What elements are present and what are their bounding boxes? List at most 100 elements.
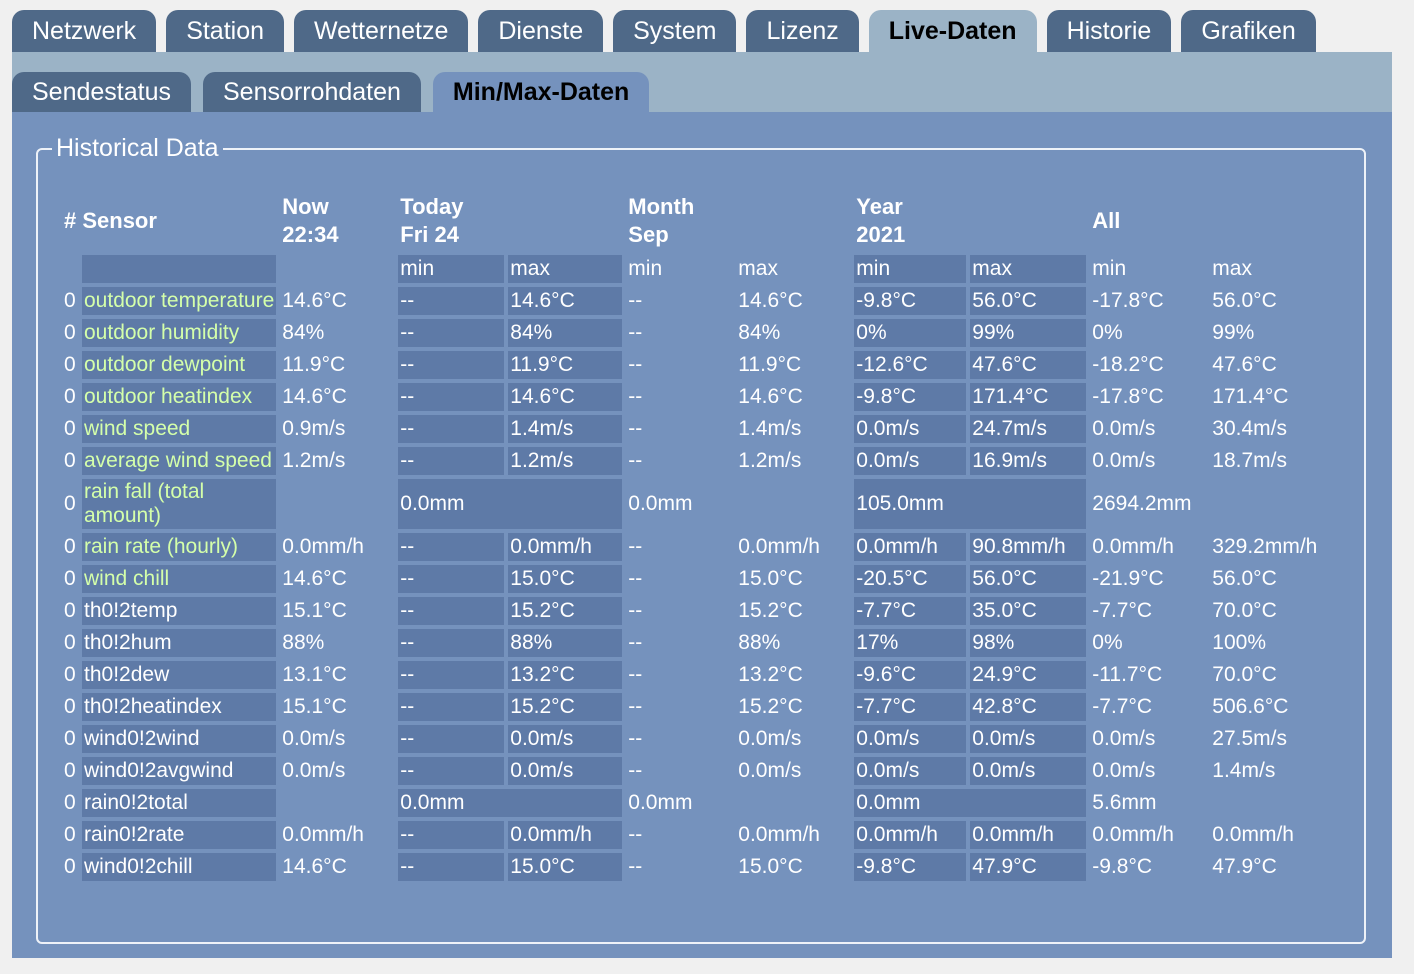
all-max: 171.4°C [1212, 385, 1289, 408]
year-max: 24.9°C [970, 661, 1087, 689]
now-cell: 0.9m/s [282, 417, 346, 440]
year-min: 0.0m/s [854, 415, 967, 443]
all-min: -7.7°C [1092, 599, 1153, 622]
month-total: 0.0mm [628, 791, 693, 814]
now-cell: 15.1°C [282, 599, 347, 622]
tab-system[interactable]: System [613, 10, 737, 52]
month-min: -- [628, 759, 643, 782]
month-max: 15.0°C [738, 567, 803, 590]
today-max: 13.2°C [508, 661, 623, 689]
today-max: 14.6°C [508, 383, 623, 411]
month-max: 0.0m/s [738, 727, 802, 750]
historical-data-fieldset: Historical Data # Sensor Now 22:34 Today… [36, 134, 1366, 944]
month-min: -- [628, 695, 643, 718]
year-min: -9.8°C [854, 287, 967, 315]
today-min: -- [398, 597, 505, 625]
sensor-name: outdoor dewpoint [82, 351, 277, 379]
all-min: 0.0m/s [1092, 417, 1156, 440]
year-max: 99% [970, 319, 1087, 347]
month-max: 84% [738, 321, 781, 344]
historical-data-table: # Sensor Now 22:34 Today Fri 24 Month Se… [58, 187, 1330, 885]
all-max: 0.0mm/h [1212, 823, 1294, 846]
channel-cell: 0 [64, 663, 76, 686]
all-max: 56.0°C [1212, 567, 1277, 590]
table-row: 0 th0!2heatindex 15.1°C -- 15.2°C -- 15.2°C -7.… [62, 693, 1326, 721]
month-min: -- [628, 417, 643, 440]
all-min: -11.7°C [1092, 663, 1163, 686]
month-max: 88% [738, 631, 781, 654]
tab-wetternetze[interactable]: Wetternetze [294, 10, 469, 52]
table-row: 0 wind chill 14.6°C -- 15.0°C -- 15.0°C -20.5°C… [62, 565, 1326, 593]
year-max: 0.0m/s [970, 757, 1087, 785]
today-min-label: min [398, 255, 505, 283]
tab-grafiken[interactable]: Grafiken [1181, 10, 1316, 52]
today-total: 0.0mm [398, 789, 623, 817]
month-min: -- [628, 535, 643, 558]
year-max-label: max [970, 255, 1087, 283]
channel-cell: 0 [64, 492, 76, 515]
month-min: -- [628, 599, 643, 622]
year-min: 0.0mm/h [854, 533, 967, 561]
tab-live-daten[interactable]: Live-Daten [868, 10, 1037, 52]
today-min: -- [398, 565, 505, 593]
today-max: 0.0mm/h [508, 533, 623, 561]
month-max: 14.6°C [738, 289, 803, 312]
subtab-min-max-daten[interactable]: Min/Max-Daten [432, 72, 650, 112]
all-min: 0.0mm/h [1092, 823, 1174, 846]
all-max-label: max [1212, 257, 1252, 280]
month-min: -- [628, 385, 643, 408]
year-max: 24.7m/s [970, 415, 1087, 443]
all-max: 18.7m/s [1212, 449, 1287, 472]
table-row: 0 wind0!2avgwind 0.0m/s -- 0.0m/s -- 0.0m/s 0.0… [62, 757, 1326, 785]
table-row: 0 rain rate (hourly) 0.0mm/h -- 0.0mm/h -- 0.0… [62, 533, 1326, 561]
subtab-sensorrohdaten[interactable]: Sensorrohdaten [203, 72, 421, 112]
all-max: 329.2mm/h [1212, 535, 1318, 558]
now-cell: 15.1°C [282, 695, 347, 718]
table-row: 0 outdoor dewpoint 11.9°C -- 11.9°C -- 11.9°C -… [62, 351, 1326, 379]
all-min: 0% [1092, 321, 1123, 344]
subtab-sendestatus[interactable]: Sendestatus [12, 72, 191, 112]
month-max: 15.0°C [738, 855, 803, 878]
year-min: -9.8°C [854, 853, 967, 881]
today-max-label: max [508, 255, 623, 283]
today-min: -- [398, 533, 505, 561]
table-row: 0 outdoor heatindex 14.6°C -- 14.6°C -- 14.6°C… [62, 383, 1326, 411]
year-max: 56.0°C [970, 287, 1087, 315]
today-min: -- [398, 725, 505, 753]
year-min: -20.5°C [854, 565, 967, 593]
now-cell: 0.0m/s [282, 759, 346, 782]
header-today: Today Fri 24 [400, 194, 464, 247]
minmax-now-spacer [280, 255, 394, 283]
header-year: Year 2021 [856, 194, 906, 247]
tab-netzwerk[interactable]: Netzwerk [12, 10, 157, 52]
channel-cell: 0 [64, 759, 76, 782]
header-all: All [1092, 208, 1121, 233]
today-min: -- [398, 287, 505, 315]
sensor-name: th0!2hum [82, 629, 277, 657]
table-row: 0 outdoor humidity 84% -- 84% -- 84% 0% 99% 0% 99% [62, 319, 1326, 347]
year-min: 0.0mm/h [854, 821, 967, 849]
sensor-name: rain0!2total [82, 789, 277, 817]
tab-dienste[interactable]: Dienste [478, 10, 604, 52]
now-cell: 11.9°C [282, 353, 346, 376]
tab-historie[interactable]: Historie [1046, 10, 1172, 52]
header-now: Now 22:34 [282, 194, 339, 247]
year-max: 171.4°C [970, 383, 1087, 411]
month-max-label: max [738, 257, 778, 280]
tab-lizenz[interactable]: Lizenz [746, 10, 859, 52]
tab-station[interactable]: Station [166, 10, 285, 52]
year-min: 17% [854, 629, 967, 657]
sensor-name: wind0!2chill [82, 853, 277, 881]
main-tab-bar: Netzwerk Station Wetternetze Dienste System L… [12, 10, 1392, 52]
channel-cell: 0 [64, 855, 76, 878]
all-max: 30.4m/s [1212, 417, 1287, 440]
year-min: -9.6°C [854, 661, 967, 689]
today-min: -- [398, 821, 505, 849]
year-min: 0.0m/s [854, 725, 967, 753]
month-min: -- [628, 631, 643, 654]
today-max: 15.2°C [508, 693, 623, 721]
today-min: -- [398, 351, 505, 379]
sensor-name: rain fall (total amount) [82, 479, 277, 529]
table-row: 0 average wind speed 1.2m/s -- 1.2m/s -- 1.2m/… [62, 447, 1326, 475]
channel-cell: 0 [64, 417, 76, 440]
